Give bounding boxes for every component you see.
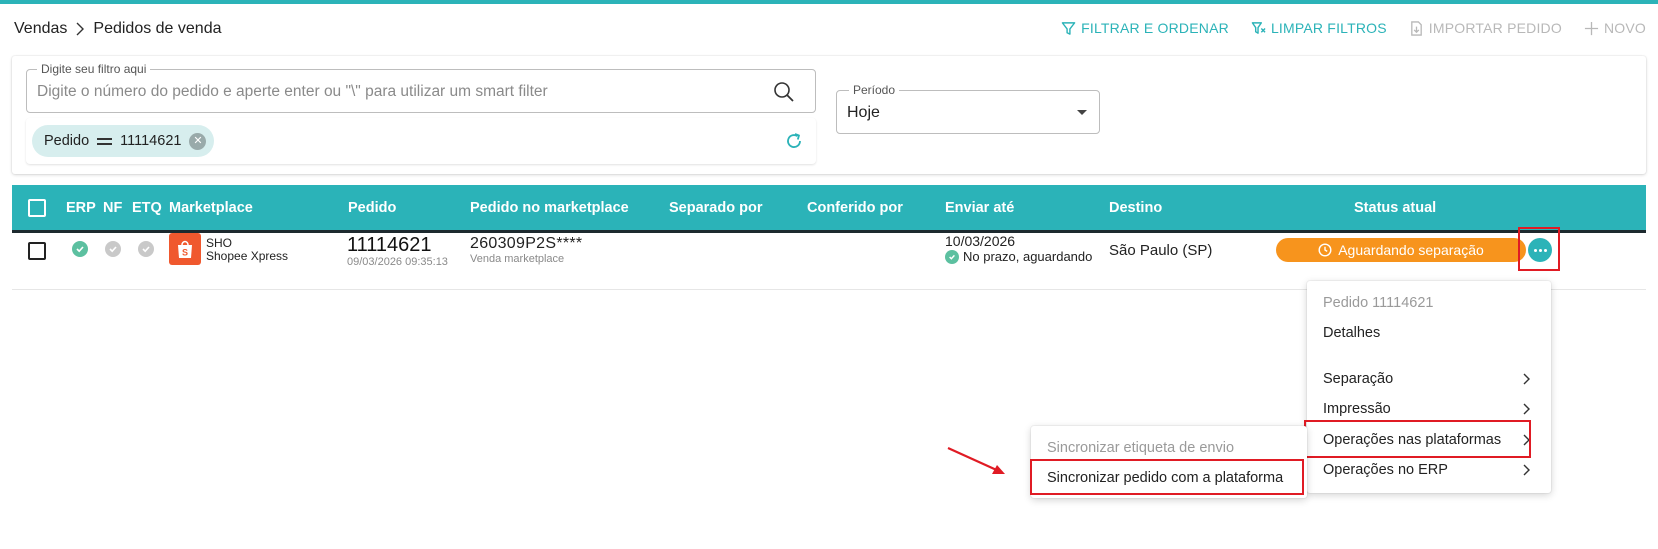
period-select[interactable]: Período Hoje <box>836 83 1100 134</box>
context-menu: Pedido 11114621 Detalhes Separação Impre… <box>1307 281 1551 493</box>
filter-chip[interactable]: Pedido 11114621 ✕ <box>32 125 215 157</box>
toolbar: FILTRAR E ORDENAR LIMPAR FILTROS IMPORTA… <box>1061 20 1646 36</box>
filter-sort-label: FILTRAR E ORDENAR <box>1081 20 1229 36</box>
search-legend: Digite seu filtro aqui <box>37 62 151 76</box>
col-erp: ERP <box>66 200 96 216</box>
filter-icon <box>1061 21 1076 35</box>
annotation-arrow-icon <box>947 446 1005 474</box>
submenu-item-sync-label[interactable]: Sincronizar etiqueta de envio <box>1047 440 1234 456</box>
active-filters-row: Pedido 11114621 ✕ <box>26 118 816 164</box>
search-input[interactable]: Digite o número do pedido e aperte enter… <box>37 83 548 101</box>
col-etq: ETQ <box>132 200 162 216</box>
col-pedido-marketplace[interactable]: Pedido no marketplace <box>470 200 629 216</box>
period-value: Hoje <box>847 104 880 121</box>
pedido-cell: 11114621 09/03/2026 09:35:13 <box>347 234 448 268</box>
menu-item-detalhes[interactable]: Detalhes <box>1323 325 1380 341</box>
order-datetime: 09/03/2026 09:35:13 <box>347 256 448 268</box>
nf-status-icon <box>105 241 121 257</box>
enviar-cell: 10/03/2026 No prazo, aguardando <box>945 233 1092 264</box>
col-conferido-por[interactable]: Conferido por <box>807 200 903 216</box>
top-accent-bar <box>0 0 1658 4</box>
order-number[interactable]: 11114621 <box>347 234 448 256</box>
check-circle-icon <box>945 249 959 264</box>
marketplace-order-number: 260309P2S**** <box>470 235 583 252</box>
col-status[interactable]: Status atual <box>1354 200 1436 216</box>
col-nf: NF <box>103 200 123 216</box>
col-marketplace[interactable]: Marketplace <box>169 200 253 216</box>
deadline-label: No prazo, aguardando <box>963 249 1093 264</box>
breadcrumb: Vendas Pedidos de venda <box>14 20 222 38</box>
shopee-logo-icon: S <box>169 233 201 265</box>
new-button[interactable]: NOVO <box>1584 20 1646 36</box>
import-order-label: IMPORTAR PEDIDO <box>1428 20 1562 36</box>
period-legend: Período <box>849 83 900 97</box>
import-file-icon <box>1410 20 1422 36</box>
clock-icon <box>1318 243 1332 257</box>
new-label: NOVO <box>1603 20 1646 36</box>
platform-submenu: Sincronizar etiqueta de envio Sincroniza… <box>1031 426 1307 498</box>
chip-value: 11114621 <box>120 133 182 149</box>
col-pedido[interactable]: Pedido <box>348 200 396 216</box>
caret-down-icon <box>1077 110 1087 115</box>
status-label: Aguardando separação <box>1338 242 1484 258</box>
breadcrumb-current: Pedidos de venda <box>93 20 222 37</box>
plus-icon <box>1584 21 1599 35</box>
breadcrumb-parent[interactable]: Vendas <box>14 20 67 38</box>
refresh-icon[interactable] <box>784 131 804 151</box>
chevron-right-icon <box>1523 464 1530 476</box>
equals-icon <box>97 137 113 145</box>
submenu-item-sync-order[interactable]: Sincronizar pedido com a plataforma <box>1047 470 1283 486</box>
etq-status-icon <box>138 241 154 257</box>
search-field[interactable]: Digite seu filtro aqui Digite o número d… <box>26 62 816 113</box>
status-badge: Aguardando separação <box>1276 238 1526 262</box>
marketplace-name: Shopee Xpress <box>206 249 289 263</box>
marketplace-cell: SHO Shopee Xpress <box>206 237 288 263</box>
pedido-marketplace-cell: 260309P2S**** Venda marketplace <box>470 235 582 265</box>
chip-remove-icon[interactable]: ✕ <box>189 132 207 150</box>
menu-item-operacoes-plataformas[interactable]: Operações nas plataformas <box>1323 432 1501 448</box>
menu-item-separacao[interactable]: Separação <box>1323 371 1393 387</box>
more-actions-button[interactable] <box>1528 238 1552 262</box>
select-all-checkbox[interactable] <box>28 199 46 217</box>
clear-filter-icon <box>1251 21 1266 34</box>
col-separado-por[interactable]: Separado por <box>669 200 762 216</box>
chevron-right-icon <box>1523 434 1530 446</box>
filter-card: Digite seu filtro aqui Digite o número d… <box>12 56 1646 174</box>
table-header: ERP NF ETQ Marketplace Pedido Pedido no … <box>12 185 1646 233</box>
chip-field: Pedido <box>44 133 90 149</box>
chevron-right-icon <box>1523 373 1530 385</box>
clear-filters-label: LIMPAR FILTROS <box>1270 20 1387 36</box>
menu-title: Pedido 11114621 <box>1323 295 1434 311</box>
col-enviar-ate[interactable]: Enviar até <box>945 200 1014 216</box>
search-icon[interactable] <box>773 81 795 103</box>
chevron-right-icon <box>75 22 85 36</box>
clear-filters-button[interactable]: LIMPAR FILTROS <box>1251 20 1387 36</box>
svg-text:S: S <box>182 248 188 258</box>
menu-item-operacoes-erp[interactable]: Operações no ERP <box>1323 462 1448 478</box>
deadline-status: No prazo, aguardando <box>945 249 1092 264</box>
ship-by-date: 10/03/2026 <box>945 233 1016 249</box>
menu-item-impressao[interactable]: Impressão <box>1323 401 1391 417</box>
col-destino[interactable]: Destino <box>1109 200 1162 216</box>
import-order-button[interactable]: IMPORTAR PEDIDO <box>1409 20 1562 36</box>
row-checkbox[interactable] <box>28 242 46 260</box>
destination: São Paulo (SP) <box>1109 242 1213 259</box>
erp-status-icon <box>72 241 88 257</box>
filter-sort-button[interactable]: FILTRAR E ORDENAR <box>1061 20 1229 36</box>
marketplace-order-subtitle: Venda marketplace <box>470 253 565 265</box>
chevron-right-icon <box>1523 403 1530 415</box>
